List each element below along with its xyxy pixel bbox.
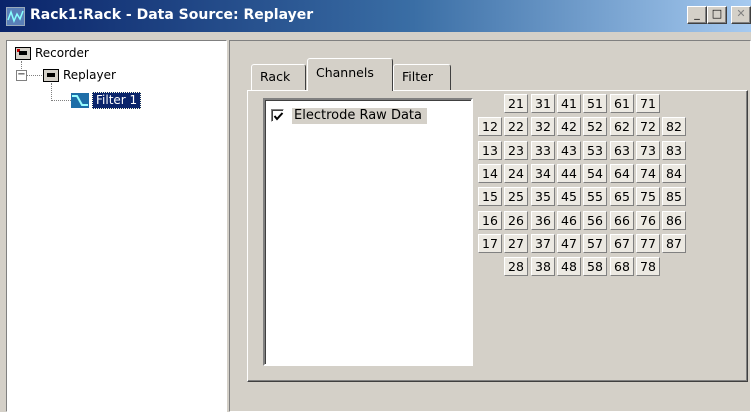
properties-panel: Rack Channels Filter Electrode Raw Data … [229, 40, 751, 412]
channels-tab-page: Electrode Raw Data 21 31 41 51 61 71 12 22 32 42 5… [247, 90, 748, 382]
electrode-cell[interactable]: 86 [662, 211, 686, 230]
tree-expander[interactable]: − [16, 70, 27, 81]
electrode-raw-data-checkbox[interactable] [271, 109, 284, 122]
electrode-cell[interactable]: 32 [531, 117, 555, 136]
electrode-cell[interactable]: 71 [636, 94, 660, 113]
electrode-cell[interactable]: 46 [557, 211, 581, 230]
electrode-cell[interactable]: 62 [610, 117, 634, 136]
device-tree[interactable]: Recorder − Replayer Filter 1 [6, 40, 227, 412]
window: Rack1:Rack - Data Source: Replayer _ □ ✕… [0, 0, 751, 412]
electrode-cell[interactable]: 37 [531, 234, 555, 253]
electrode-cell[interactable]: 56 [583, 211, 607, 230]
channel-item-label: Electrode Raw Data [292, 108, 427, 124]
app-icon [6, 7, 25, 26]
tree-item-label-selected: Filter 1 [92, 92, 142, 109]
electrode-cell[interactable]: 82 [662, 117, 686, 136]
electrode-cell[interactable]: 54 [583, 164, 607, 183]
electrode-cell[interactable]: 83 [662, 141, 686, 160]
electrode-cell[interactable]: 72 [636, 117, 660, 136]
channel-item-electrode-raw-data[interactable]: Electrode Raw Data [271, 107, 427, 125]
electrode-cell[interactable]: 36 [531, 211, 555, 230]
electrode-cell[interactable]: 27 [504, 234, 528, 253]
electrode-cell[interactable]: 38 [531, 257, 555, 276]
electrode-cell[interactable]: 57 [583, 234, 607, 253]
tree-connector [21, 61, 22, 69]
electrode-cell[interactable]: 26 [504, 211, 528, 230]
electrode-cell[interactable]: 35 [531, 187, 555, 206]
electrode-cell[interactable]: 21 [504, 94, 528, 113]
electrode-cell[interactable]: 23 [504, 141, 528, 160]
electrode-cell[interactable]: 16 [478, 211, 502, 230]
electrode-cell[interactable]: 34 [531, 164, 555, 183]
electrode-cell[interactable]: 87 [662, 234, 686, 253]
electrode-cell[interactable]: 67 [610, 234, 634, 253]
channel-list[interactable]: Electrode Raw Data [263, 98, 473, 366]
electrode-cell[interactable]: 17 [478, 234, 502, 253]
electrode-cell[interactable]: 76 [636, 211, 660, 230]
maximize-button[interactable]: □ [707, 6, 727, 24]
electrode-cell[interactable]: 53 [583, 141, 607, 160]
title-bar[interactable]: Rack1:Rack - Data Source: Replayer _ □ ✕ [0, 0, 751, 32]
filter-icon [71, 93, 89, 108]
electrode-cell[interactable]: 12 [478, 117, 502, 136]
electrode-cell[interactable]: 63 [610, 141, 634, 160]
tree-item-filter-1[interactable]: Filter 1 [71, 91, 142, 109]
electrode-cell[interactable]: 74 [636, 164, 660, 183]
electrode-cell[interactable]: 65 [610, 187, 634, 206]
electrode-cell[interactable]: 24 [504, 164, 528, 183]
replayer-device-icon [43, 69, 59, 82]
electrode-cell[interactable]: 84 [662, 164, 686, 183]
window-title: Rack1:Rack - Data Source: Replayer [30, 7, 314, 23]
electrode-cell[interactable]: 41 [557, 94, 581, 113]
electrode-cell[interactable]: 78 [636, 257, 660, 276]
electrode-cell[interactable]: 47 [557, 234, 581, 253]
electrode-cell[interactable]: 51 [583, 94, 607, 113]
electrode-cell[interactable]: 66 [610, 211, 634, 230]
tree-item-label: Recorder [35, 46, 89, 60]
electrode-cell[interactable]: 15 [478, 187, 502, 206]
tree-connector [27, 75, 42, 76]
electrode-cell[interactable]: 73 [636, 141, 660, 160]
electrode-cell[interactable]: 45 [557, 187, 581, 206]
electrode-cell[interactable]: 55 [583, 187, 607, 206]
tab-filter[interactable]: Filter [393, 64, 451, 90]
electrode-cell[interactable]: 14 [478, 164, 502, 183]
electrode-cell[interactable]: 68 [610, 257, 634, 276]
tab-rack[interactable]: Rack [251, 64, 306, 90]
tree-item-label: Replayer [63, 68, 116, 82]
electrode-cell[interactable]: 28 [504, 257, 528, 276]
electrode-cell[interactable]: 48 [557, 257, 581, 276]
tree-item-replayer[interactable]: Replayer [43, 66, 116, 84]
electrode-cell[interactable]: 58 [583, 257, 607, 276]
electrode-cell[interactable]: 31 [531, 94, 555, 113]
electrode-cell[interactable]: 25 [504, 187, 528, 206]
tree-connector [51, 83, 52, 101]
electrode-cell[interactable]: 64 [610, 164, 634, 183]
electrode-cell[interactable]: 85 [662, 187, 686, 206]
electrode-cell[interactable]: 77 [636, 234, 660, 253]
electrode-cell[interactable]: 33 [531, 141, 555, 160]
tree-connector [51, 100, 71, 101]
recorder-device-icon [15, 47, 31, 60]
minimize-button[interactable]: _ [687, 6, 707, 24]
electrode-cell[interactable]: 13 [478, 141, 502, 160]
tree-item-recorder[interactable]: Recorder [15, 44, 89, 62]
electrode-cell[interactable]: 43 [557, 141, 581, 160]
close-button[interactable]: ✕ [731, 6, 751, 24]
electrode-cell[interactable]: 22 [504, 117, 528, 136]
electrode-cell[interactable]: 44 [557, 164, 581, 183]
electrode-cell[interactable]: 61 [610, 94, 634, 113]
tab-channels[interactable]: Channels [307, 58, 393, 91]
electrode-cell[interactable]: 42 [557, 117, 581, 136]
electrode-cell[interactable]: 52 [583, 117, 607, 136]
electrode-cell[interactable]: 75 [636, 187, 660, 206]
